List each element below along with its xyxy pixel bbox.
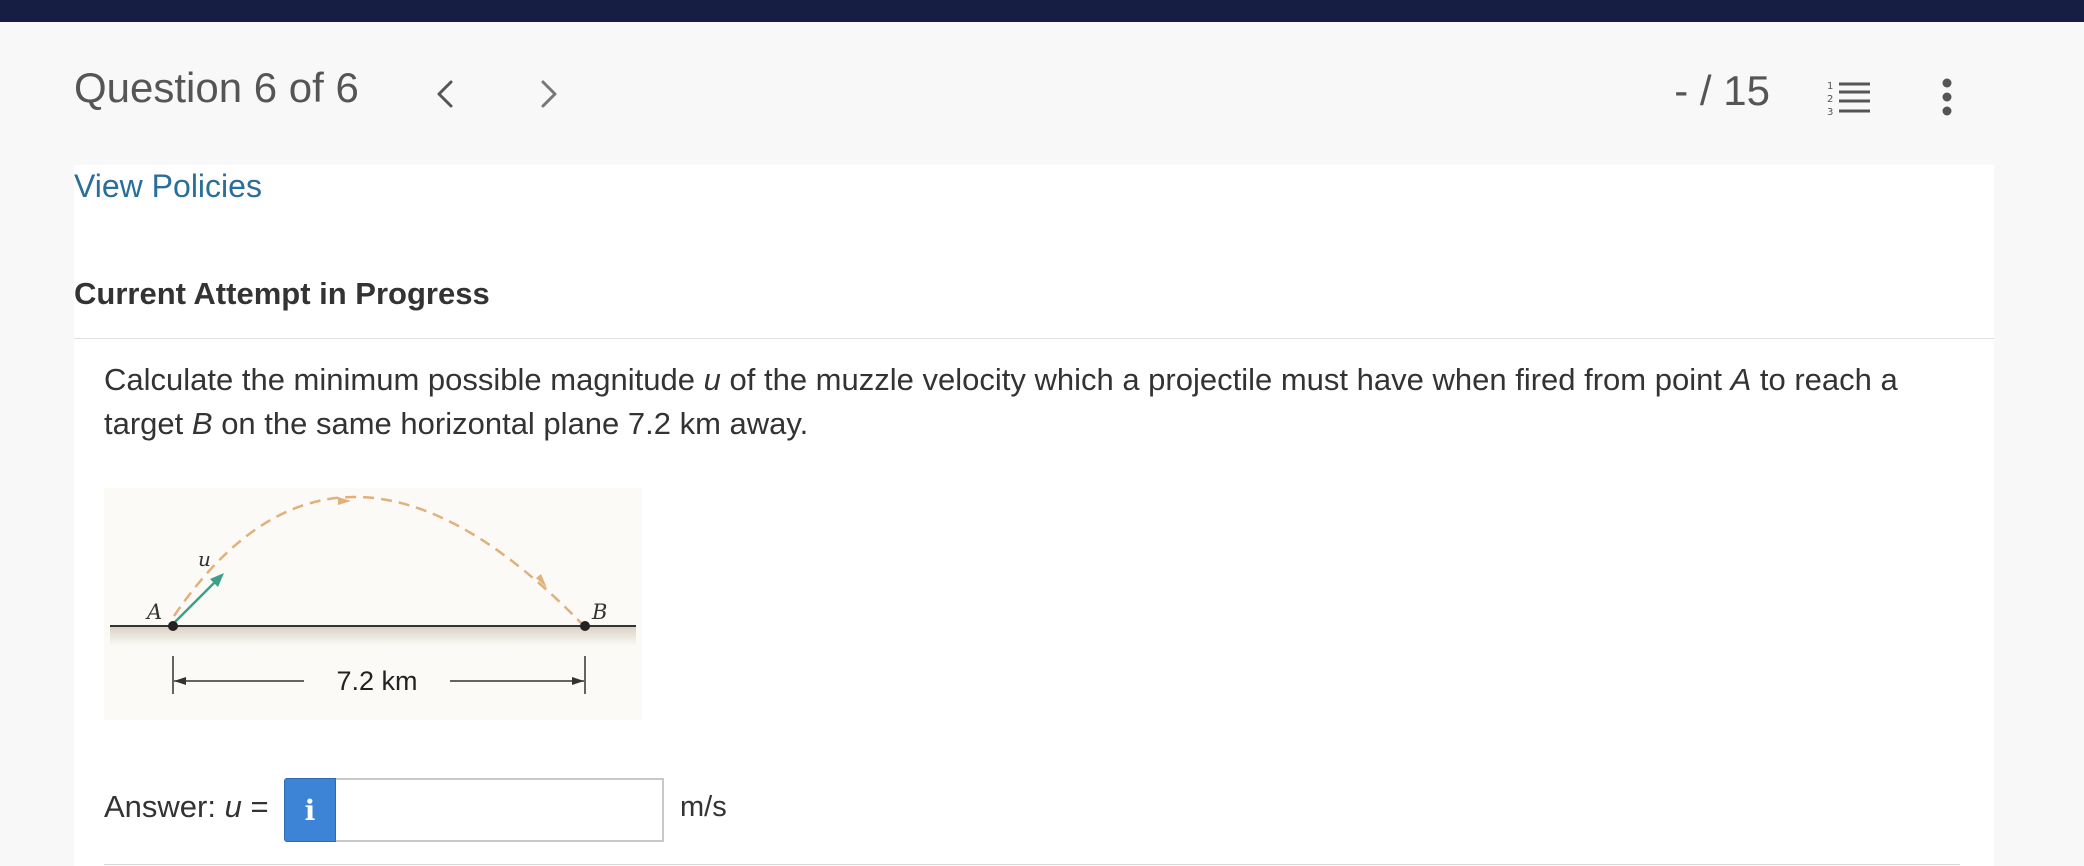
numbered-list-icon: 1 2 3 bbox=[1827, 81, 1870, 118]
unit-label: m/s bbox=[680, 791, 727, 823]
svg-text:1: 1 bbox=[1827, 81, 1833, 92]
label-a: A bbox=[145, 600, 162, 624]
dim-arrowhead-right bbox=[572, 677, 584, 685]
view-policies-link[interactable]: View Policies bbox=[74, 170, 262, 202]
ground-shading bbox=[110, 626, 636, 646]
score: - / 15 bbox=[1674, 67, 1770, 114]
dim-arrowhead-left bbox=[174, 677, 186, 685]
question-header: Question 6 of 6 - / 15 1 2 3 bbox=[0, 22, 2084, 165]
trajectory-path bbox=[172, 495, 585, 627]
info-icon: i bbox=[304, 793, 316, 827]
more-options-button[interactable] bbox=[1926, 74, 1968, 120]
projectile-figure: u A B 7.2 km bbox=[104, 488, 642, 720]
question-title: Question 6 of 6 bbox=[74, 64, 359, 111]
question-list-button[interactable]: 1 2 3 bbox=[1825, 78, 1875, 118]
vertical-ellipsis-icon bbox=[1942, 78, 1952, 116]
label-b: B bbox=[591, 600, 607, 624]
projectile-diagram: u A B 7.2 km bbox=[110, 495, 636, 696]
label-u: u bbox=[198, 547, 211, 571]
divider bbox=[74, 338, 1994, 339]
previous-question-button[interactable] bbox=[420, 72, 470, 116]
attempt-heading: Current Attempt in Progress bbox=[74, 276, 490, 311]
next-question-button[interactable] bbox=[524, 72, 574, 116]
answer-input[interactable] bbox=[336, 778, 664, 842]
distance-label: 7.2 km bbox=[336, 666, 417, 696]
point-b bbox=[580, 621, 590, 631]
answer-label: Answer: u = bbox=[104, 789, 269, 824]
chevron-right-icon bbox=[541, 80, 557, 108]
question-text: Calculate the minimum possible magnitude… bbox=[104, 362, 1898, 441]
divider-bottom bbox=[104, 864, 1960, 865]
svg-text:2: 2 bbox=[1827, 94, 1833, 105]
info-button[interactable]: i bbox=[284, 778, 336, 842]
chevron-left-icon bbox=[437, 80, 453, 108]
top-bar bbox=[0, 0, 2084, 22]
svg-text:3: 3 bbox=[1827, 107, 1833, 118]
point-a bbox=[168, 621, 178, 631]
